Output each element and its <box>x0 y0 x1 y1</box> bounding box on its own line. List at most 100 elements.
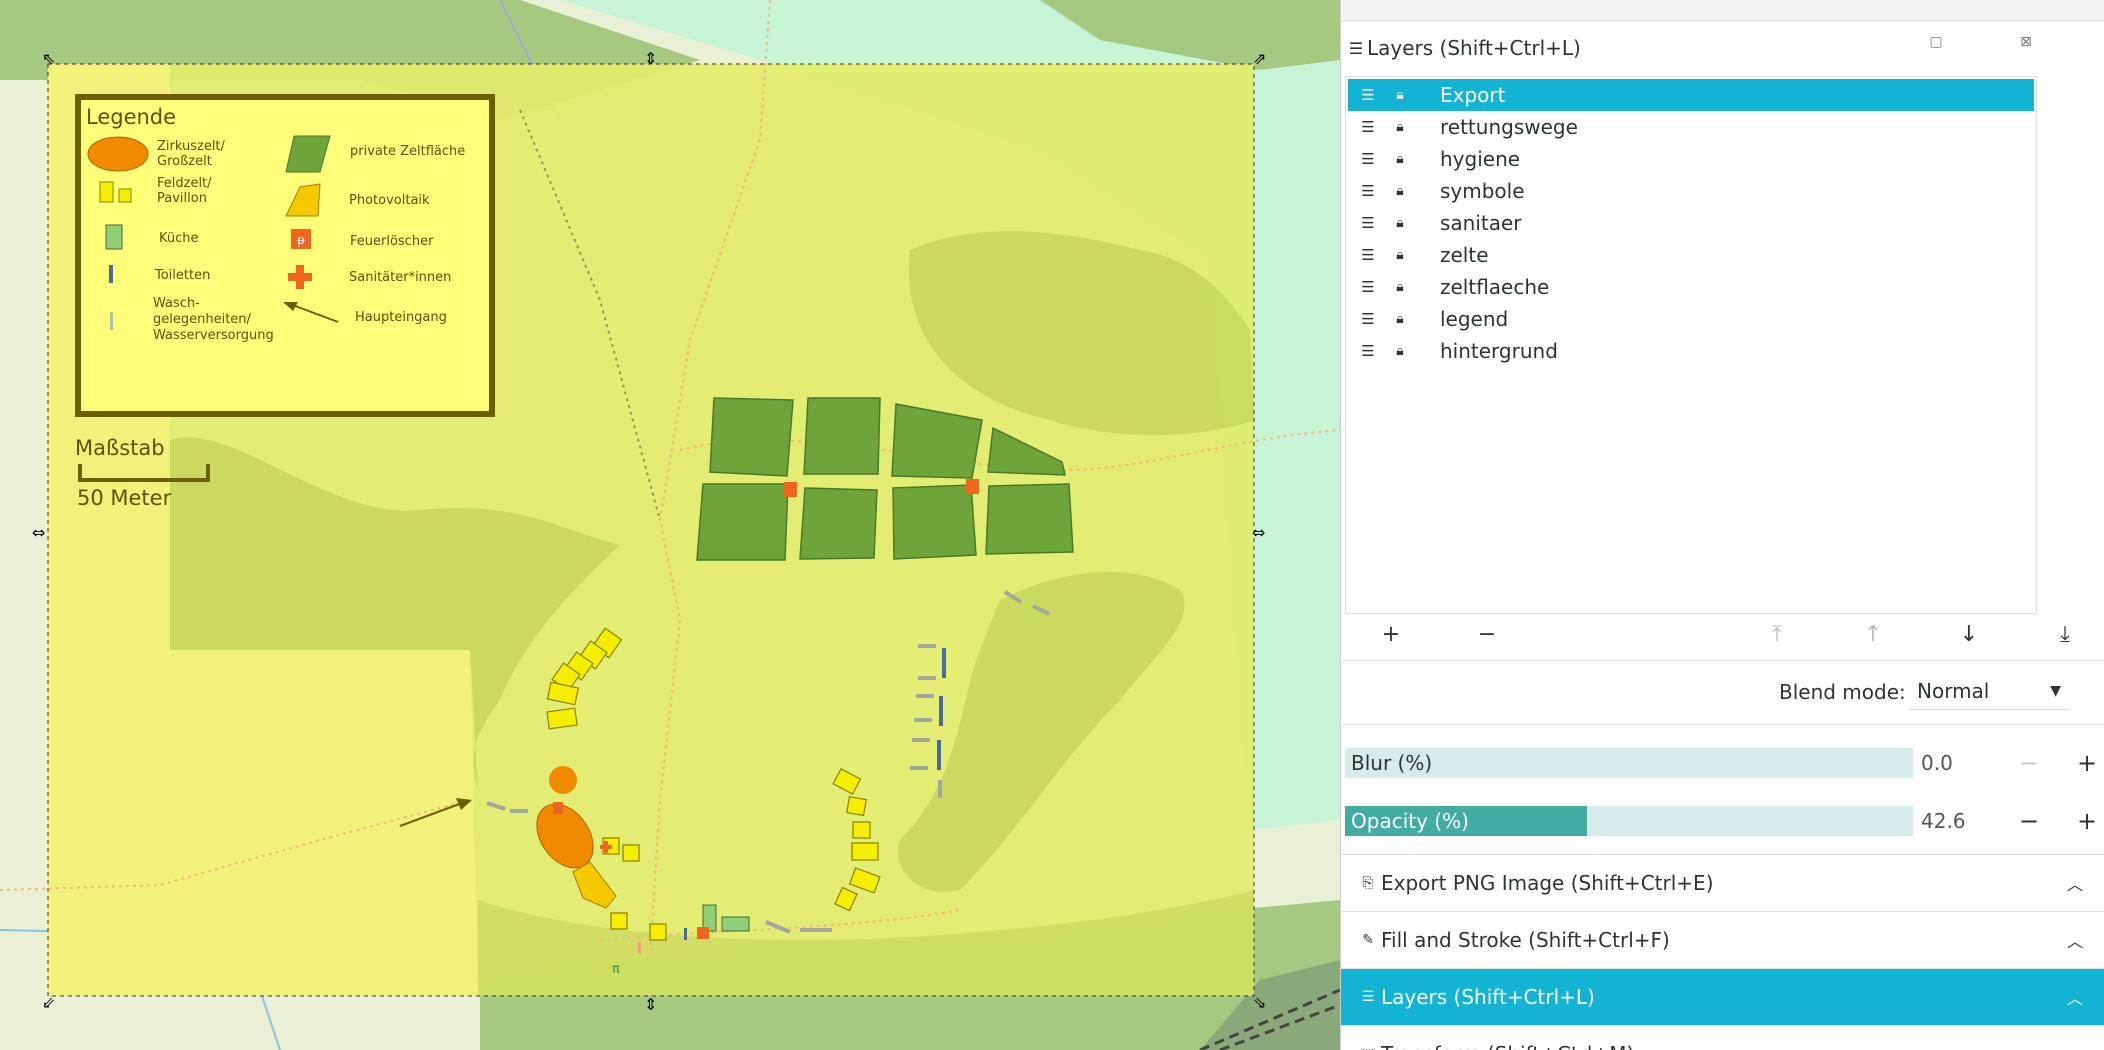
section-transform[interactable]: ⬚ Transform (Shift+Ctrl+M) <box>1341 1025 2104 1050</box>
resize-handle-nw[interactable]: ⇖ <box>42 49 55 68</box>
lock-icon[interactable]: 🔒︎ <box>1388 151 1412 167</box>
feldzelt[interactable] <box>622 844 640 862</box>
feldzelt[interactable] <box>546 707 578 730</box>
lock-icon[interactable]: 🔒︎ <box>1388 183 1412 199</box>
layer-drag-icon[interactable]: ☰ <box>1356 182 1380 200</box>
section-title: Layers (Shift+Ctrl+L) <box>1381 985 1595 1009</box>
blur-increment-button[interactable]: + <box>2065 748 2104 778</box>
dock-panel: ☰ Layers (Shift+Ctrl+L) ▢ ⊠ ☰ 🔒︎ Export … <box>1340 0 2104 1050</box>
resize-handle-e[interactable]: ⇔ <box>1252 523 1265 542</box>
zeltflaeche-plot[interactable] <box>696 483 789 561</box>
toiletten-symbol <box>109 265 113 283</box>
layer-name: legend <box>1440 307 1509 331</box>
blur-decrement-button[interactable]: − <box>2007 748 2051 778</box>
lock-icon[interactable]: 🔒︎ <box>1388 215 1412 231</box>
opacity-increment-button[interactable]: + <box>2065 806 2104 836</box>
chevron-up-icon: ︿ <box>2066 989 2083 1008</box>
blur-value[interactable]: 0.0 <box>1915 748 1985 778</box>
layer-drag-icon[interactable]: ☰ <box>1356 310 1380 328</box>
feldzelt-symbol <box>99 181 114 203</box>
layer-name: hintergrund <box>1440 339 1558 363</box>
resize-handle-w[interactable]: ⇔ <box>32 523 45 542</box>
dock-iconify-icon[interactable]: ▢ <box>1925 34 1947 54</box>
raise-layer-button[interactable]: ↑ <box>1855 622 1891 650</box>
layer-name: rettungswege <box>1440 115 1578 139</box>
zeltflaeche-plot[interactable] <box>892 484 977 560</box>
layer-row-hintergrund[interactable]: ☰ 🔒︎ hintergrund <box>1348 335 2034 367</box>
zeltflaeche-plot[interactable] <box>985 483 1074 555</box>
zirkuszelt-round[interactable] <box>549 766 577 794</box>
resize-handle-se[interactable]: ⇘ <box>1253 993 1266 1012</box>
layer-row-hygiene[interactable]: ☰ 🔒︎ hygiene <box>1348 143 2034 175</box>
opacity-slider[interactable]: Opacity (%) <box>1345 806 1913 836</box>
section-title: Transform (Shift+Ctrl+M) <box>1381 1042 1634 1050</box>
layers-list[interactable]: ☰ 🔒︎ Export ☰ 🔒︎ rettungswege ☰ 🔒︎ hygie… <box>1345 76 2037 614</box>
lock-icon[interactable]: 🔒︎ <box>1388 311 1412 327</box>
scale-distance: 50 Meter <box>77 486 172 510</box>
kueche-symbol <box>105 224 123 250</box>
toilette[interactable] <box>939 696 943 726</box>
blur-slider[interactable]: Blur (%) <box>1345 748 1913 778</box>
add-layer-button[interactable]: + <box>1373 622 1409 650</box>
feldzelt[interactable] <box>610 912 628 930</box>
canvas[interactable]: Legende Zirkuszelt/Großzelt Feldzelt/Pav… <box>0 0 1340 1050</box>
section-export-png[interactable]: ⎘ Export PNG Image (Shift+Ctrl+E) ︿ <box>1341 854 2104 911</box>
zeltflaeche-plot[interactable] <box>803 397 881 475</box>
lock-icon[interactable]: 🔒︎ <box>1388 279 1412 295</box>
chevron-up-icon: ︿ <box>2066 932 2083 951</box>
layer-drag-icon[interactable]: ☰ <box>1356 342 1380 360</box>
scale-title: Maßstab <box>75 436 165 460</box>
lower-to-bottom-button[interactable]: ⤓ <box>2047 622 2083 650</box>
section-fill-stroke[interactable]: ✎ Fill and Stroke (Shift+Ctrl+F) ︿ <box>1341 911 2104 968</box>
zeltflaeche-plot[interactable] <box>709 397 794 477</box>
layer-drag-icon[interactable]: ☰ <box>1356 118 1380 136</box>
layer-row-zelte[interactable]: ☰ 🔒︎ zelte <box>1348 239 2034 271</box>
lock-icon[interactable]: 🔒︎ <box>1388 87 1412 103</box>
layers-icon: ☰ <box>1361 989 1375 1005</box>
layer-drag-icon[interactable]: ☰ <box>1356 86 1380 104</box>
layer-drag-icon[interactable]: ☰ <box>1356 150 1380 168</box>
lower-layer-button[interactable]: ↓ <box>1951 622 1987 650</box>
resize-handle-s[interactable]: ⇕ <box>644 995 657 1014</box>
toilette[interactable] <box>937 740 941 770</box>
blend-mode-select[interactable]: Normal ▼ <box>1909 672 2069 710</box>
feldzelt[interactable] <box>846 796 867 817</box>
resize-handle-n[interactable]: ⇕ <box>644 49 657 68</box>
feldzelt[interactable] <box>851 842 879 861</box>
feldzelt[interactable] <box>852 821 871 839</box>
legend-box[interactable]: Legende Zirkuszelt/Großzelt Feldzelt/Pav… <box>75 94 495 417</box>
zeltflaeche-plot[interactable] <box>799 487 878 560</box>
layer-row-zeltflaeche[interactable]: ☰ 🔒︎ zeltflaeche <box>1348 271 2034 303</box>
layers-dialog-header: ☰ Layers (Shift+Ctrl+L) <box>1341 22 2104 74</box>
layer-row-export[interactable]: ☰ 🔒︎ Export <box>1348 79 2034 111</box>
layer-drag-icon[interactable]: ☰ <box>1356 246 1380 264</box>
lock-icon[interactable]: 🔒︎ <box>1388 343 1412 359</box>
layer-drag-icon[interactable]: ☰ <box>1356 214 1380 232</box>
layer-name: sanitaer <box>1440 211 1522 235</box>
resize-handle-sw[interactable]: ⇙ <box>42 993 55 1012</box>
legend-toiletten: Toiletten <box>154 268 210 283</box>
resize-handle-ne[interactable]: ⇗ <box>1253 49 1266 68</box>
legend-feldzelt: Feldzelt/Pavillon <box>157 176 212 206</box>
layer-name: zeltflaeche <box>1440 275 1550 299</box>
map-drawing: Legende Zirkuszelt/Großzelt Feldzelt/Pav… <box>0 0 1340 1050</box>
opacity-value[interactable]: 42.6 <box>1915 806 1985 836</box>
layer-drag-icon[interactable]: ☰ <box>1356 278 1380 296</box>
layer-row-symbole[interactable]: ☰ 🔒︎ symbole <box>1348 175 2034 207</box>
layer-name: zelte <box>1440 243 1489 267</box>
layer-row-rettungswege[interactable]: ☰ 🔒︎ rettungswege <box>1348 111 2034 143</box>
feldzelt[interactable] <box>649 923 667 941</box>
toilette[interactable] <box>684 928 687 940</box>
remove-layer-button[interactable]: − <box>1469 622 1505 650</box>
layers-icon: ☰ <box>1348 38 1364 58</box>
lock-icon[interactable]: 🔒︎ <box>1388 119 1412 135</box>
toilette[interactable] <box>942 648 946 678</box>
layer-row-legend[interactable]: ☰ 🔒︎ legend <box>1348 303 2034 335</box>
layer-row-sanitaer[interactable]: ☰ 🔒︎ sanitaer <box>1348 207 2034 239</box>
lock-icon[interactable]: 🔒︎ <box>1388 247 1412 263</box>
section-layers[interactable]: ☰ Layers (Shift+Ctrl+L) ︿ <box>1341 968 2104 1025</box>
dock-close-icon[interactable]: ⊠ <box>2015 34 2037 54</box>
kueche[interactable] <box>721 916 750 932</box>
raise-to-top-button[interactable]: ⤒ <box>1759 622 1795 650</box>
opacity-decrement-button[interactable]: − <box>2007 806 2051 836</box>
